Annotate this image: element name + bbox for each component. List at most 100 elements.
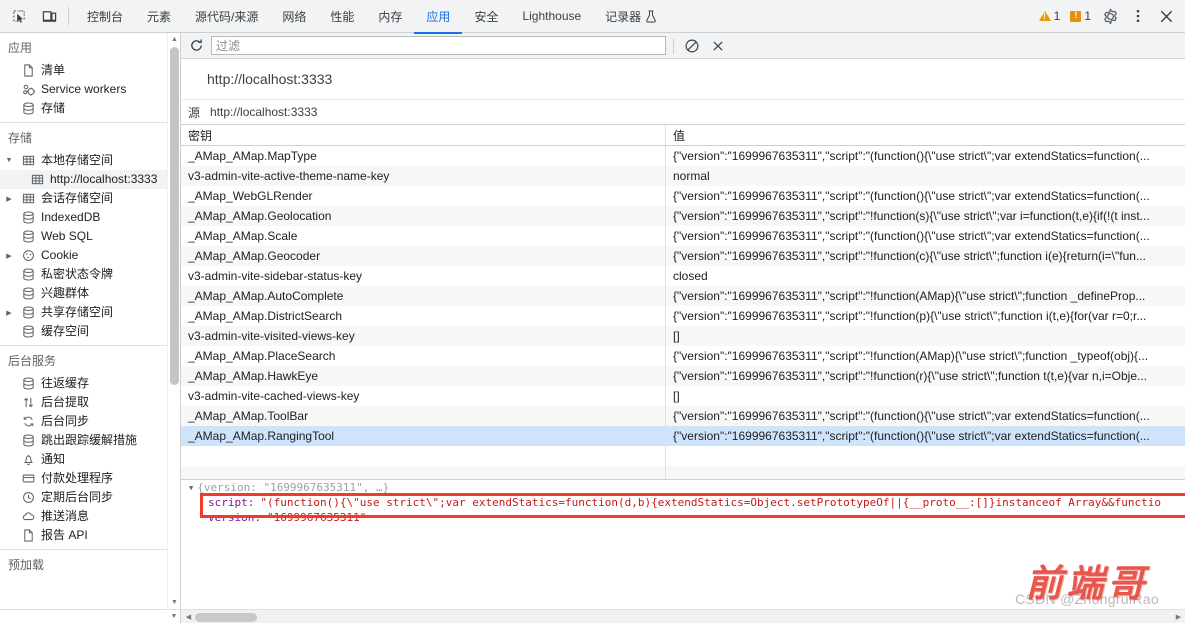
sidebar-item-private-state-tokens[interactable]: ▶ 私密状态令牌 bbox=[0, 265, 180, 284]
sidebar-scroll-content: 应用 ▶ 清单 ▶ bbox=[0, 33, 180, 577]
sidebar-section-preload: 预加载 bbox=[8, 558, 45, 572]
sidebar-item-cookie[interactable]: ▶ Cookie bbox=[0, 246, 180, 265]
sidebar-scrollbar[interactable]: ▲ ▼ bbox=[167, 33, 180, 609]
tab-label: Lighthouse bbox=[522, 9, 582, 23]
sidebar-item-back-forward-cache[interactable]: ▶ 往返缓存 bbox=[0, 374, 180, 393]
tab-network[interactable]: 网络 bbox=[270, 1, 318, 34]
no-entry-icon[interactable] bbox=[681, 36, 703, 56]
close-icon[interactable] bbox=[707, 36, 729, 56]
sidebar-item-local-storage[interactable]: ▼ 本地存储空间 bbox=[0, 151, 180, 170]
scroll-left-arrow-icon[interactable]: ◀ bbox=[182, 610, 195, 623]
preview-version-line[interactable]: version: "1699967635311" bbox=[181, 510, 1185, 525]
cell-key: v3-admin-vite-sidebar-status-key bbox=[181, 266, 666, 286]
tab-label: 安全 bbox=[474, 9, 499, 24]
error-badge[interactable]: 1 bbox=[1066, 9, 1095, 23]
sidebar-item-background-fetch[interactable]: ▶ 后台提取 bbox=[0, 393, 180, 412]
chevron-right-icon[interactable]: ▶ bbox=[4, 309, 14, 317]
table-row[interactable]: _AMap_WebGLRender {"version":"1699967635… bbox=[181, 186, 1185, 206]
sidebar-item-push-messaging[interactable]: ▶ 推送消息 bbox=[0, 507, 180, 526]
table-row[interactable]: v3-admin-vite-cached-views-key [] bbox=[181, 386, 1185, 406]
table-row[interactable]: _AMap_AMap.HawkEye {"version":"169996763… bbox=[181, 366, 1185, 386]
chevron-down-icon[interactable]: ▼ bbox=[189, 484, 193, 492]
tab-lighthouse[interactable]: Lighthouse bbox=[510, 1, 593, 34]
tab-performance[interactable]: 性能 bbox=[318, 1, 366, 34]
gear-icon[interactable] bbox=[1097, 4, 1123, 29]
cell-key: _AMap_AMap.RangingTool bbox=[181, 426, 666, 446]
clock-icon bbox=[21, 490, 36, 505]
sidebar-item-session-storage[interactable]: ▶ 会话存储空间 bbox=[0, 189, 180, 208]
sidebar-item-indexeddb[interactable]: ▶ IndexedDB bbox=[0, 208, 180, 227]
application-sidebar: 应用 ▶ 清单 ▶ bbox=[0, 33, 181, 609]
table-row[interactable]: v3-admin-vite-active-theme-name-key norm… bbox=[181, 166, 1185, 186]
report-file-icon bbox=[21, 528, 36, 543]
table-row[interactable]: _AMap_AMap.Geolocation {"version":"16999… bbox=[181, 206, 1185, 226]
preview-script-line[interactable]: script: "(function(){\"use strict\";var … bbox=[181, 495, 1185, 510]
sidebar-item-payment-handler[interactable]: ▶ 付款处理程序 bbox=[0, 469, 180, 488]
scroll-down-arrow-icon[interactable]: ▼ bbox=[168, 610, 180, 623]
scroll-up-arrow-icon[interactable]: ▲ bbox=[168, 33, 180, 46]
sidebar-item-storage[interactable]: ▶ 存储 bbox=[0, 99, 180, 118]
table-row[interactable]: _AMap_AMap.MapType {"version":"169996763… bbox=[181, 146, 1185, 166]
table-row[interactable]: v3-admin-vite-sidebar-status-key closed bbox=[181, 266, 1185, 286]
close-icon[interactable] bbox=[1153, 4, 1179, 29]
cell-key: v3-admin-vite-cached-views-key bbox=[181, 386, 666, 406]
cell-key: _AMap_AMap.DistrictSearch bbox=[181, 306, 666, 326]
sidebar-item-bounce-tracking-mitigations[interactable]: ▶ 跳出跟踪缓解措施 bbox=[0, 431, 180, 450]
table-row[interactable]: _AMap_AMap.PlaceSearch {"version":"16999… bbox=[181, 346, 1185, 366]
sidebar-item-cache-storage[interactable]: ▶ 缓存空间 bbox=[0, 322, 180, 341]
tab-sources[interactable]: 源代码/来源 bbox=[183, 1, 270, 34]
page-title: http://localhost:3333 bbox=[181, 59, 1185, 100]
scroll-right-arrow-icon[interactable]: ▶ bbox=[1172, 610, 1185, 623]
chevron-down-icon[interactable]: ▼ bbox=[4, 157, 14, 164]
table-empty-row[interactable] bbox=[181, 466, 1185, 479]
sidebar-item-web-sql[interactable]: ▶ Web SQL bbox=[0, 227, 180, 246]
sidebar-item-manifest[interactable]: ▶ 清单 bbox=[0, 61, 180, 80]
search-input[interactable] bbox=[211, 36, 666, 55]
cell-value: [] bbox=[673, 389, 680, 403]
horizontal-scrollbar-thumb[interactable] bbox=[195, 612, 257, 622]
table-row[interactable]: _AMap_AMap.DistrictSearch {"version":"16… bbox=[181, 306, 1185, 326]
tab-console[interactable]: 控制台 bbox=[75, 1, 135, 34]
sidebar-item-label: 缓存空间 bbox=[41, 324, 90, 338]
sidebar-item-periodic-background-sync[interactable]: ▶ 定期后台同步 bbox=[0, 488, 180, 507]
inspect-cursor-icon[interactable] bbox=[6, 4, 32, 29]
tab-label: 内存 bbox=[378, 9, 403, 24]
cell-value-empty bbox=[666, 466, 1185, 479]
tab-elements[interactable]: 元素 bbox=[135, 1, 183, 34]
tab-security[interactable]: 安全 bbox=[462, 1, 510, 34]
table-row[interactable]: _AMap_AMap.ToolBar {"version":"169996763… bbox=[181, 406, 1185, 426]
chevron-right-icon[interactable]: ▶ bbox=[4, 195, 14, 203]
sidebar-item-shared-storage[interactable]: ▶ 共享存储空间 bbox=[0, 303, 180, 322]
table-empty-row[interactable] bbox=[181, 446, 1185, 466]
horizontal-scrollbar[interactable]: ◀ ▶ bbox=[181, 609, 1185, 623]
table-row[interactable]: _AMap_AMap.Scale {"version":"16999676353… bbox=[181, 226, 1185, 246]
tab-recorder[interactable]: 记录器 bbox=[593, 1, 669, 34]
column-header-key[interactable]: 密钥 bbox=[181, 125, 666, 145]
preview-root-line[interactable]: ▼ {version: "1699967635311", …} bbox=[181, 480, 1185, 495]
refresh-icon[interactable] bbox=[185, 36, 207, 56]
more-vertical-icon[interactable] bbox=[1125, 4, 1151, 29]
table-row[interactable]: _AMap_AMap.AutoComplete {"version":"1699… bbox=[181, 286, 1185, 306]
scroll-down-arrow-icon[interactable]: ▼ bbox=[168, 596, 180, 609]
devtools-toolbar: 控制台 元素 源代码/来源 网络 性能 内存 应用 安全 Lighthouse … bbox=[0, 0, 1185, 34]
sidebar-item-reporting-api[interactable]: ▶ 报告 API bbox=[0, 526, 180, 545]
table-row[interactable]: _AMap_AMap.Geocoder {"version":"16999676… bbox=[181, 246, 1185, 266]
value-preview-pane: ▼ {version: "1699967635311", …} script: … bbox=[181, 479, 1185, 609]
chevron-right-icon[interactable]: ▶ bbox=[4, 252, 14, 260]
cell-key: _AMap_AMap.PlaceSearch bbox=[181, 346, 666, 366]
sidebar-item-background-sync[interactable]: ▶ 后台同步 bbox=[0, 412, 180, 431]
sidebar-item-notifications[interactable]: ▶ 通知 bbox=[0, 450, 180, 469]
tab-memory[interactable]: 内存 bbox=[366, 1, 414, 34]
warning-badge[interactable]: 1 bbox=[1035, 9, 1065, 23]
sidebar-scrollbar-thumb[interactable] bbox=[170, 47, 179, 385]
sidebar-item-service-workers[interactable]: ▶ Service workers bbox=[0, 80, 180, 99]
table-row-selected[interactable]: _AMap_AMap.RangingTool {"version":"16999… bbox=[181, 426, 1185, 446]
sidebar-item-label: 清单 bbox=[41, 63, 66, 77]
sidebar-item-localhost-3333[interactable]: http://localhost:3333 bbox=[0, 170, 180, 189]
column-header-value[interactable]: 值 bbox=[666, 125, 1185, 145]
flask-icon bbox=[645, 10, 657, 23]
device-toolbar-icon[interactable] bbox=[36, 4, 62, 29]
table-row[interactable]: v3-admin-vite-visited-views-key [] bbox=[181, 326, 1185, 346]
sidebar-item-interest-groups[interactable]: ▶ 兴趣群体 bbox=[0, 284, 180, 303]
tab-application[interactable]: 应用 bbox=[414, 1, 463, 34]
